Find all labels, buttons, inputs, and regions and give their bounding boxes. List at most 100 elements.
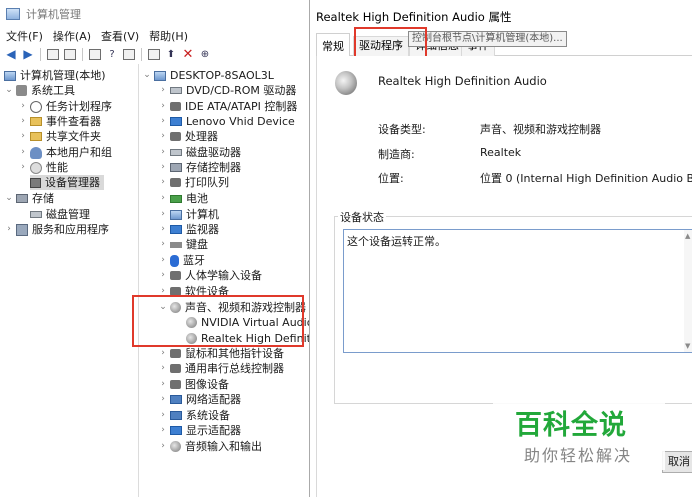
- chevron-down-icon[interactable]: ⌄: [4, 191, 14, 206]
- device-category[interactable]: › 磁盘驱动器: [158, 145, 241, 160]
- chevron-right-icon[interactable]: ›: [158, 268, 168, 283]
- device-category[interactable]: › 打印队列: [158, 175, 229, 190]
- tree-item-event-viewer[interactable]: › 事件查看器: [18, 114, 101, 129]
- scroll-up-icon[interactable]: ▲: [685, 232, 690, 240]
- tab-driver[interactable]: 驱动程序: [353, 36, 409, 56]
- tree-root[interactable]: 计算机管理(本地): [4, 68, 106, 83]
- tree-item-storage[interactable]: ⌄ 存储: [4, 191, 54, 206]
- chevron-right-icon[interactable]: ›: [158, 175, 168, 190]
- chevron-right-icon[interactable]: ›: [158, 284, 168, 299]
- chevron-right-icon[interactable]: ›: [158, 160, 168, 175]
- device-category[interactable]: › 电池: [158, 191, 208, 206]
- tab-general[interactable]: 常规: [316, 33, 350, 57]
- forward-arrow-icon[interactable]: ▶: [21, 47, 35, 61]
- chevron-right-icon[interactable]: ›: [158, 377, 168, 392]
- manufacturer-value: Realtek: [480, 146, 522, 159]
- tree-item-shared-folders[interactable]: › 共享文件夹: [18, 129, 101, 144]
- device-category[interactable]: › 键盘: [158, 237, 208, 252]
- chevron-right-icon[interactable]: ›: [4, 222, 14, 237]
- device-category[interactable]: › IDE ATA/ATAPI 控制器: [158, 99, 297, 114]
- chevron-right-icon[interactable]: ›: [158, 129, 168, 144]
- chevron-right-icon[interactable]: ›: [158, 114, 168, 129]
- menu-action[interactable]: 操作(A): [53, 28, 91, 44]
- processor-icon: [170, 132, 181, 141]
- tree-label: 事件查看器: [46, 115, 101, 128]
- properties-icon[interactable]: [88, 47, 102, 61]
- device-category[interactable]: › 通用串行总线控制器: [158, 361, 284, 376]
- device-status-text: 这个设备运转正常。: [347, 235, 446, 248]
- tree-item-performance[interactable]: › 性能: [18, 160, 68, 175]
- tree-item-services-apps[interactable]: › 服务和应用程序: [4, 222, 109, 237]
- device-category[interactable]: › 存储控制器: [158, 160, 241, 175]
- chevron-right-icon[interactable]: ›: [158, 361, 168, 376]
- menu-view[interactable]: 查看(V): [101, 28, 139, 44]
- chevron-right-icon[interactable]: ›: [18, 129, 28, 144]
- chevron-right-icon[interactable]: ›: [158, 253, 168, 268]
- device-category[interactable]: › DVD/CD-ROM 驱动器: [158, 83, 296, 98]
- chevron-right-icon[interactable]: ›: [158, 99, 168, 114]
- tree-item-system-tools[interactable]: ⌄ 系统工具: [4, 83, 75, 98]
- update-driver-icon[interactable]: ⬆: [164, 47, 178, 61]
- chevron-right-icon[interactable]: ›: [18, 160, 28, 175]
- details-view-icon[interactable]: [122, 47, 136, 61]
- chevron-right-icon[interactable]: ›: [158, 83, 168, 98]
- device-category[interactable]: › 网络适配器: [158, 392, 241, 407]
- chevron-right-icon[interactable]: ›: [158, 222, 168, 237]
- show-hide-tree-icon[interactable]: [63, 47, 77, 61]
- up-folder-icon[interactable]: [46, 47, 60, 61]
- chevron-right-icon[interactable]: ›: [158, 191, 168, 206]
- help-icon[interactable]: ?: [105, 47, 119, 61]
- device-category[interactable]: › 处理器: [158, 129, 218, 144]
- chevron-right-icon[interactable]: ›: [158, 439, 168, 454]
- chevron-right-icon[interactable]: ›: [18, 145, 28, 160]
- device-category[interactable]: › 人体学输入设备: [158, 268, 262, 283]
- device-category[interactable]: › 显示适配器: [158, 423, 241, 438]
- device-category-label: 图像设备: [185, 378, 229, 391]
- device-category[interactable]: › 音频输入和输出: [158, 439, 262, 454]
- chevron-down-icon[interactable]: ⌄: [4, 83, 14, 98]
- device-category[interactable]: › 图像设备: [158, 377, 229, 392]
- back-arrow-icon[interactable]: ◀: [4, 47, 18, 61]
- scan-hardware-icon[interactable]: [147, 47, 161, 61]
- status-scrollbar[interactable]: ▲ ▼: [684, 230, 692, 352]
- menu-help[interactable]: 帮助(H): [149, 28, 188, 44]
- device-realtek-audio[interactable]: Realtek High Definit: [186, 331, 311, 346]
- chevron-right-icon[interactable]: ›: [158, 237, 168, 252]
- chevron-right-icon[interactable]: ›: [158, 408, 168, 423]
- chevron-right-icon[interactable]: ›: [158, 207, 168, 222]
- scroll-down-icon[interactable]: ▼: [685, 342, 690, 350]
- uninstall-device-icon[interactable]: ✕: [181, 47, 195, 62]
- device-nvidia-virtual-audio[interactable]: NVIDIA Virtual Audio: [186, 315, 312, 330]
- chevron-down-icon[interactable]: ⌄: [142, 68, 152, 83]
- chevron-right-icon[interactable]: ›: [158, 423, 168, 438]
- device-category[interactable]: › 系统设备: [158, 408, 230, 423]
- tree-item-task-scheduler[interactable]: › 任务计划程序: [18, 99, 112, 114]
- usb-icon: [170, 364, 181, 373]
- chevron-right-icon[interactable]: ›: [18, 99, 28, 114]
- tree-item-device-manager[interactable]: 设备管理器: [30, 175, 104, 190]
- device-category[interactable]: › 蓝牙: [158, 253, 205, 268]
- device-label: NVIDIA Virtual Audio: [201, 316, 312, 329]
- device-category[interactable]: › Lenovo Vhid Device: [158, 114, 295, 129]
- ide-controller-icon: [170, 102, 181, 111]
- device-category[interactable]: › 监视器: [158, 222, 219, 237]
- chevron-right-icon[interactable]: ›: [158, 145, 168, 160]
- device-category-audio[interactable]: ⌄ 声音、视频和游戏控制器: [158, 300, 306, 315]
- disable-device-icon[interactable]: ⊕: [198, 47, 212, 61]
- device-status-textbox[interactable]: 这个设备运转正常。 ▲ ▼: [343, 229, 692, 353]
- watermark-logo-text: 百科全说: [515, 410, 627, 441]
- cancel-button[interactable]: 取消: [662, 451, 692, 473]
- chevron-right-icon[interactable]: ›: [158, 346, 168, 361]
- chevron-right-icon[interactable]: ›: [18, 114, 28, 129]
- device-category[interactable]: › 计算机: [158, 207, 219, 222]
- menu-file[interactable]: 文件(F): [6, 28, 43, 44]
- device-label: Realtek High Definit: [201, 332, 311, 345]
- chevron-down-icon[interactable]: ⌄: [158, 300, 168, 315]
- device-category[interactable]: › 软件设备: [158, 284, 229, 299]
- tree-item-disk-management[interactable]: 磁盘管理: [30, 207, 90, 222]
- chevron-right-icon[interactable]: ›: [158, 392, 168, 407]
- tree-root-label: 计算机管理(本地): [20, 69, 106, 82]
- device-tree-root[interactable]: ⌄ DESKTOP-8SAOL3L: [142, 68, 274, 83]
- tree-item-local-users[interactable]: › 本地用户和组: [18, 145, 112, 160]
- device-category[interactable]: › 鼠标和其他指针设备: [158, 346, 284, 361]
